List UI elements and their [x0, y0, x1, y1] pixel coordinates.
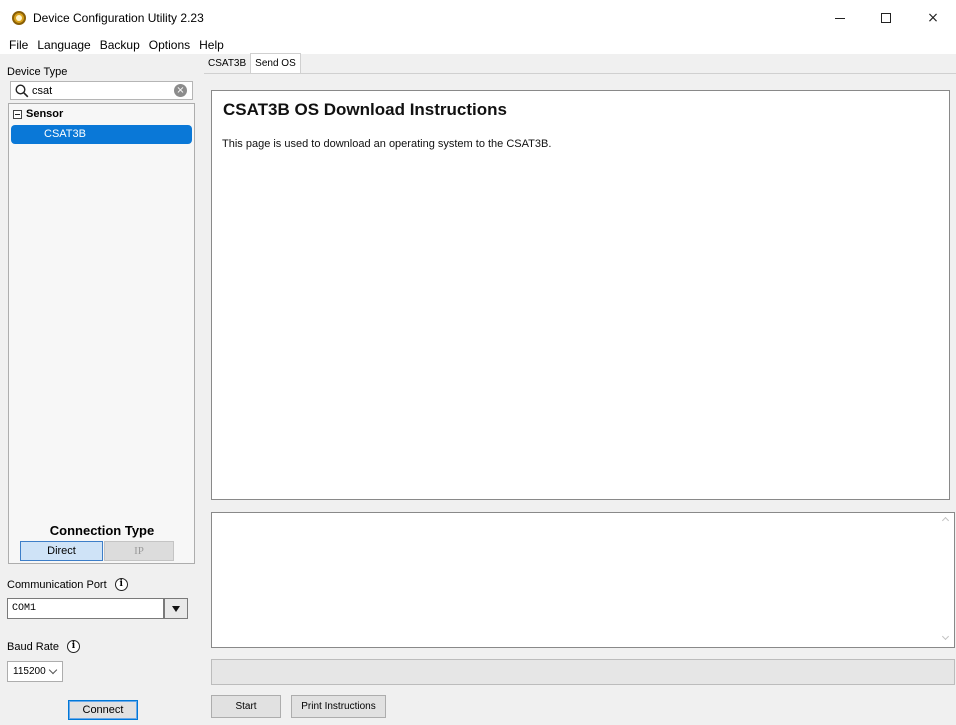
baud-rate-value: 115200 — [13, 666, 46, 677]
communication-port-text: Communication Port — [7, 578, 107, 591]
menu-file[interactable]: File — [6, 38, 31, 52]
collapse-icon[interactable] — [13, 109, 22, 119]
start-button[interactable]: Start — [211, 695, 281, 718]
device-panel: Device Type csat × Sensor CSAT3B Connect… — [0, 54, 204, 725]
chevron-down-icon — [48, 665, 58, 675]
connect-button[interactable]: Connect — [68, 700, 138, 720]
ip-connection-button[interactable]: IP — [104, 541, 174, 561]
communication-port-label: Communication Port i — [7, 578, 128, 591]
instructions-body: This page is used to download an operati… — [222, 138, 552, 150]
menu-language[interactable]: Language — [34, 38, 93, 52]
menu-help[interactable]: Help — [196, 38, 227, 52]
tree-group-label: Sensor — [26, 108, 64, 120]
tab-csat3b[interactable]: CSAT3B — [204, 54, 251, 73]
menu-bar: File Language Backup Options Help — [0, 36, 956, 54]
progress-bar — [211, 659, 955, 685]
menu-backup[interactable]: Backup — [97, 38, 143, 52]
clear-search-icon[interactable]: × — [174, 84, 187, 97]
minimize-icon — [835, 17, 845, 19]
baud-rate-select[interactable]: 115200 — [7, 661, 63, 682]
info-icon[interactable]: i — [114, 578, 128, 591]
device-search-input[interactable]: csat × — [10, 81, 193, 100]
output-log[interactable] — [211, 512, 955, 648]
tree-group-sensor[interactable]: Sensor — [13, 108, 63, 120]
app-logo-icon — [12, 11, 26, 25]
instructions-panel: CSAT3B OS Download Instructions This pag… — [211, 90, 950, 500]
tab-bar: CSAT3B Send OS — [204, 53, 301, 73]
maximize-button[interactable] — [863, 0, 909, 36]
port-dropdown-button[interactable] — [164, 598, 188, 619]
tree-item-csat3b[interactable]: CSAT3B — [11, 125, 192, 144]
direct-connection-button[interactable]: Direct — [20, 541, 103, 561]
tab-content: CSAT3B OS Download Instructions This pag… — [204, 73, 956, 520]
window-title: Device Configuration Utility 2.23 — [33, 11, 204, 25]
close-icon: × — [927, 10, 939, 26]
print-instructions-button[interactable]: Print Instructions — [291, 695, 386, 718]
scroll-down-icon[interactable] — [941, 632, 950, 641]
baud-rate-text: Baud Rate — [7, 640, 59, 653]
tab-send-os[interactable]: Send OS — [250, 53, 301, 73]
communication-port-field[interactable]: COM1 — [7, 598, 164, 619]
device-tree: Sensor CSAT3B — [8, 103, 195, 564]
info-icon[interactable]: i — [66, 640, 80, 653]
main-area: CSAT3B Send OS CSAT3B OS Download Instru… — [204, 53, 956, 725]
menu-options[interactable]: Options — [146, 38, 193, 52]
search-value: csat — [32, 85, 53, 97]
device-type-label: Device Type — [7, 66, 68, 78]
dropdown-arrow-icon — [172, 605, 180, 612]
close-button[interactable]: × — [910, 0, 956, 36]
title-bar: Device Configuration Utility 2.23 × — [0, 0, 956, 36]
minimize-button[interactable] — [817, 0, 863, 36]
connection-type-title: Connection Type — [49, 523, 155, 538]
instructions-title: CSAT3B OS Download Instructions — [223, 100, 507, 119]
search-icon — [15, 84, 29, 98]
baud-rate-label: Baud Rate i — [7, 640, 80, 653]
scroll-up-icon[interactable] — [941, 516, 950, 525]
maximize-icon — [881, 13, 891, 23]
